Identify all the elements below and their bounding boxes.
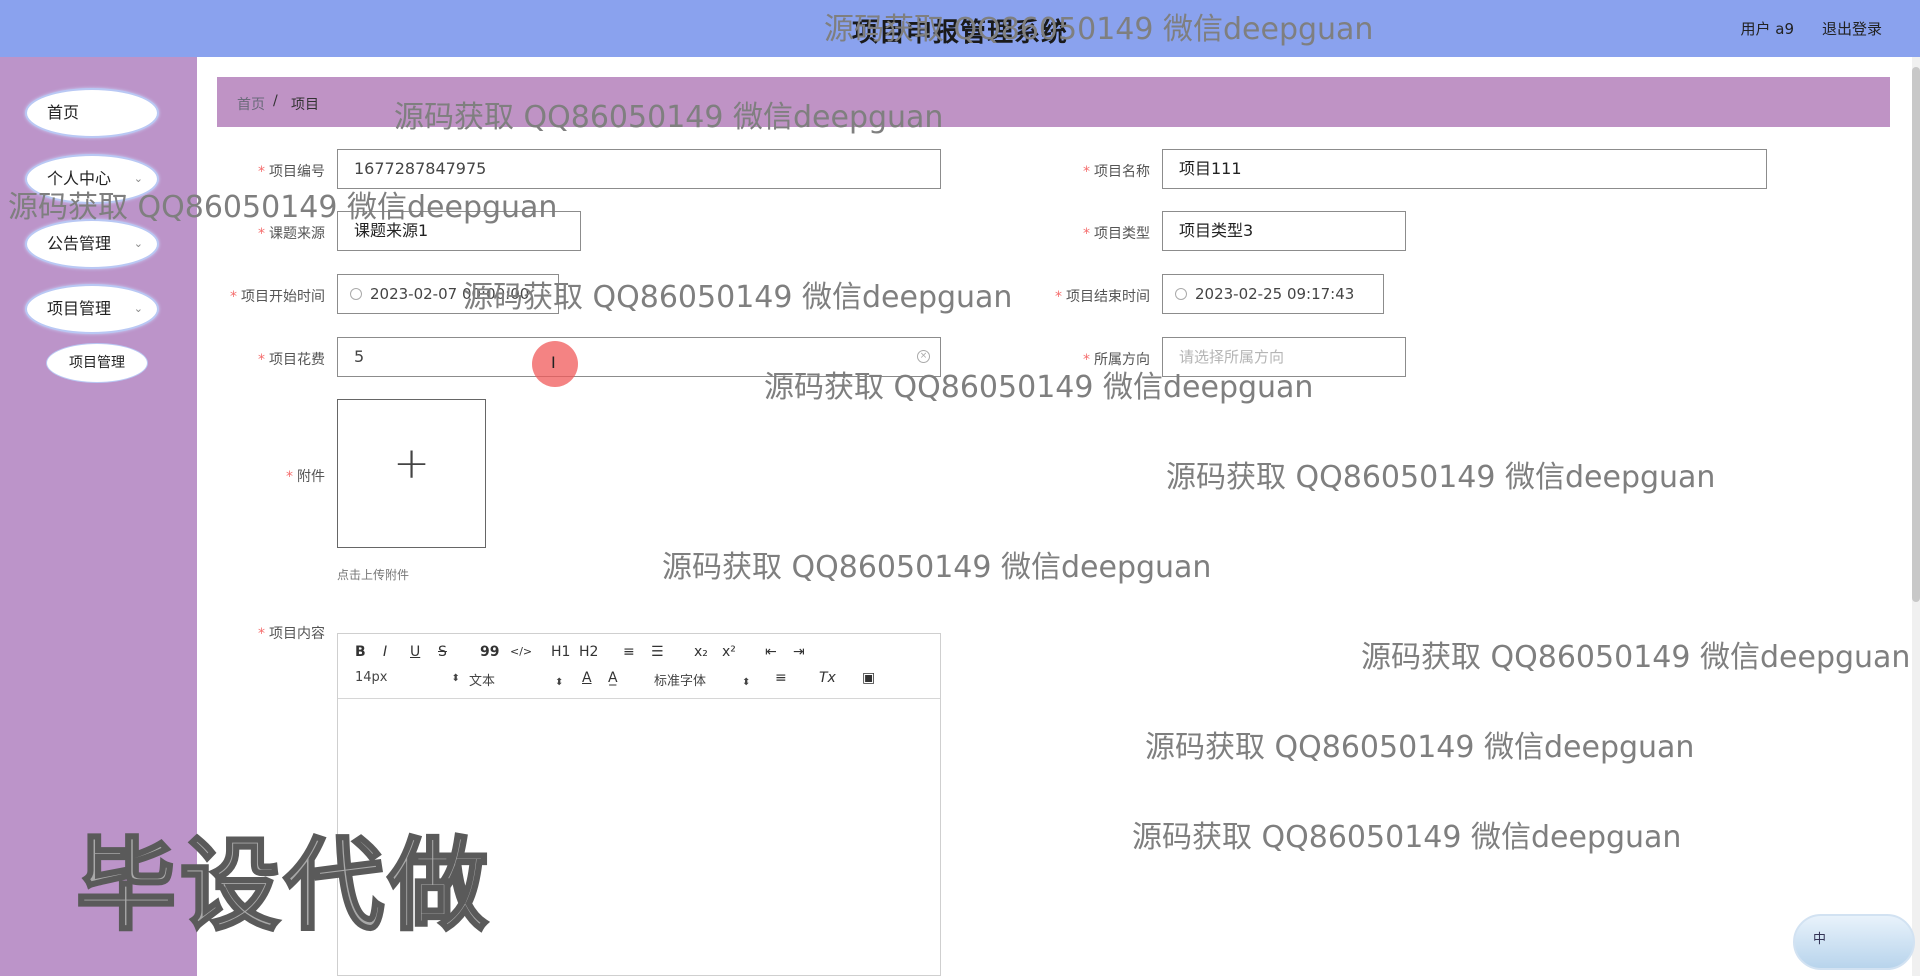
page-scrollbar[interactable] xyxy=(1912,57,1920,976)
content-label: * 项目内容 xyxy=(258,626,325,642)
end-time-field[interactable]: 2023-02-25 09:17:43 xyxy=(1162,274,1384,314)
superscript-button[interactable]: x² xyxy=(722,644,736,660)
font-size-select[interactable]: 14px ⬍ xyxy=(355,670,460,685)
italic-button[interactable]: I xyxy=(383,644,387,660)
ordered-list-button[interactable]: ≡ xyxy=(623,644,635,660)
upload-tip: 点击上传附件 xyxy=(337,568,410,582)
background-color-button[interactable]: A̲ xyxy=(608,670,618,686)
ime-label: 中 xyxy=(1813,932,1827,947)
align-button[interactable]: ≡ xyxy=(775,670,787,686)
mouse-cursor-indicator: I xyxy=(532,341,578,387)
chevron-down-icon: ⌄ xyxy=(133,237,143,250)
watermark: 源码获取 QQ86050149 微信deepguan xyxy=(8,190,558,225)
clock-icon xyxy=(350,288,362,300)
underline-button[interactable]: U xyxy=(410,644,420,660)
cost-label: * 项目花费 xyxy=(258,352,325,368)
source-label: * 课题来源 xyxy=(258,226,325,242)
watermark: 源码获取 QQ86050149 微信deepguan xyxy=(662,550,1212,585)
project-name-label: * 项目名称 xyxy=(1083,164,1150,180)
watermark: 源码获取 QQ86050149 微信deepguan xyxy=(1166,460,1716,495)
start-time-label: * 项目开始时间 xyxy=(230,289,325,305)
clear-format-button[interactable]: Tx xyxy=(819,670,836,686)
project-name-field[interactable]: 项目111 xyxy=(1162,149,1767,189)
breadcrumb-separator: / xyxy=(273,93,278,109)
image-button[interactable]: ▣ xyxy=(862,670,875,686)
breadcrumb-current: 项目 xyxy=(291,97,319,113)
sidebar-item-notice[interactable]: 公告管理 ⌄ xyxy=(25,219,159,269)
indent-button[interactable]: ⇥ xyxy=(793,644,805,660)
clock-icon xyxy=(1175,288,1187,300)
sidebar-item-label: 首页 xyxy=(47,103,80,122)
type-field[interactable]: 项目类型3 xyxy=(1162,211,1406,251)
watermark: 源码获取 QQ86050149 微信deepguan xyxy=(463,280,1013,315)
sidebar-item-home[interactable]: 首页 xyxy=(25,88,159,138)
watermark: 源码获取 QQ86050149 微信deepguan xyxy=(1361,640,1911,675)
attachment-label: * 附件 xyxy=(286,469,325,485)
outdent-button[interactable]: ⇤ xyxy=(765,644,777,660)
h1-button[interactable]: H1 xyxy=(551,644,570,660)
breadcrumb-home[interactable]: 首页 xyxy=(237,94,265,114)
sidebar-subitem-project-manage[interactable]: 项目管理 xyxy=(46,343,148,383)
plus-icon: + xyxy=(393,438,430,489)
quote-button[interactable]: 99 xyxy=(480,644,499,660)
scrollbar-thumb[interactable] xyxy=(1912,67,1920,602)
watermark: 源码获取 QQ86050149 微信deepguan xyxy=(394,100,944,135)
watermark: 源码获取 QQ86050149 微信deepguan xyxy=(824,12,1374,47)
big-watermark: 毕设代做 xyxy=(75,826,492,946)
chevron-down-icon: ⌄ xyxy=(133,302,143,315)
attachment-upload[interactable]: + xyxy=(337,399,486,548)
logout-link[interactable]: 退出登录 xyxy=(1822,18,1882,39)
bullet-list-button[interactable]: ☰ xyxy=(651,644,664,660)
project-no-label: * 项目编号 xyxy=(258,164,325,180)
h2-button[interactable]: H2 xyxy=(579,644,598,660)
type-label: * 项目类型 xyxy=(1083,226,1150,242)
ime-indicator[interactable]: 中 xyxy=(1793,914,1915,970)
user-label: 用户 a9 xyxy=(1740,20,1794,38)
code-button[interactable]: </> xyxy=(510,645,532,658)
watermark: 源码获取 QQ86050149 微信deepguan xyxy=(1145,730,1695,765)
font-color-button[interactable]: A xyxy=(582,670,592,686)
subscript-button[interactable]: x₂ xyxy=(694,644,708,660)
text-cursor-icon: I xyxy=(551,353,556,372)
bold-button[interactable]: B xyxy=(355,644,366,660)
editor-toolbar: B I U S 99 </> H1 H2 ≡ ☰ x₂ x² ⇤ ⇥ 14px ⬍… xyxy=(338,634,940,699)
header-type-select[interactable]: 文本 ⬍ xyxy=(469,670,563,689)
sidebar-item-label: 公告管理 xyxy=(47,234,112,253)
watermark: 源码获取 QQ86050149 微信deepguan xyxy=(764,370,1314,405)
strike-button[interactable]: S xyxy=(438,644,447,660)
watermark: 源码获取 QQ86050149 微信deepguan xyxy=(1132,820,1682,855)
sidebar-item-project[interactable]: 项目管理 ⌄ xyxy=(25,284,159,334)
end-time-label: * 项目结束时间 xyxy=(1055,289,1150,305)
sidebar-item-label: 项目管理 xyxy=(47,299,112,318)
font-family-select[interactable]: 标准字体 ⬍ xyxy=(654,670,750,689)
